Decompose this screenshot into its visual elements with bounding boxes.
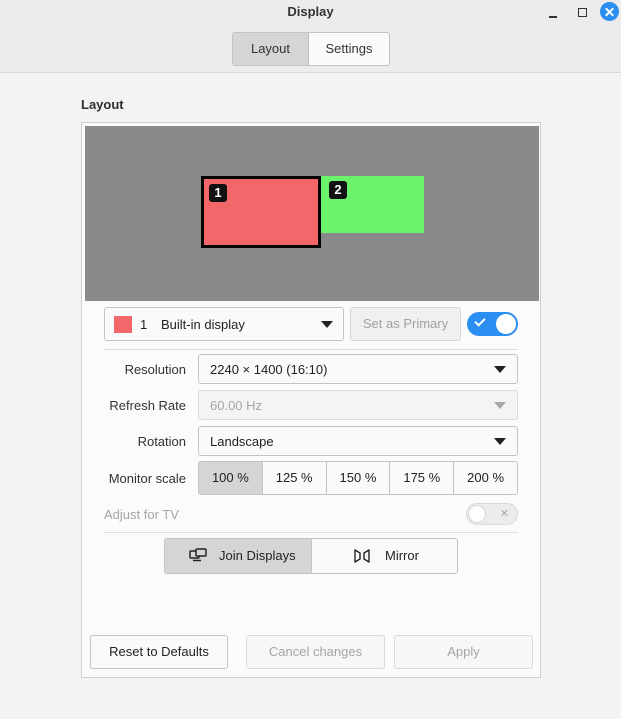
join-displays-button[interactable]: Join Displays <box>165 539 312 573</box>
rotation-label: Rotation <box>137 434 186 449</box>
toggle-knob <box>468 505 486 523</box>
monitor-select-dropdown[interactable]: 1 Built-in display <box>104 307 344 341</box>
chevron-down-icon <box>494 438 506 445</box>
join-displays-label: Join Displays <box>219 548 296 563</box>
monitor-scale-group: 100 % 125 % 150 % 175 % 200 % <box>198 461 518 495</box>
toggle-knob <box>496 314 516 334</box>
tab-settings[interactable]: Settings <box>309 33 389 65</box>
monitor-scale-label: Monitor scale <box>108 471 186 486</box>
maximize-icon[interactable] <box>574 3 592 21</box>
monitor-select-number: 1 <box>140 317 148 332</box>
chevron-down-icon <box>494 366 506 373</box>
reset-to-defaults-button[interactable]: Reset to Defaults <box>90 635 228 669</box>
monitor-2-number: 2 <box>329 181 347 199</box>
minimize-icon[interactable] <box>545 3 563 21</box>
x-icon: ✕ <box>499 508 509 520</box>
adjust-for-tv-toggle[interactable]: ✕ <box>466 503 518 525</box>
title-bar: Display Layout Settings <box>0 0 621 73</box>
mirror-label: Mirror <box>385 548 419 563</box>
scale-125-button[interactable]: 125 % <box>263 462 327 494</box>
tab-switcher: Layout Settings <box>232 32 390 66</box>
set-as-primary-button[interactable]: Set as Primary <box>350 307 461 341</box>
section-title: Layout <box>81 97 124 112</box>
scale-150-button[interactable]: 150 % <box>327 462 391 494</box>
monitor-enabled-toggle[interactable] <box>467 312 518 336</box>
scale-200-button[interactable]: 200 % <box>454 462 517 494</box>
monitor-arrangement-preview: 1 2 <box>85 126 539 301</box>
mirror-button[interactable]: Mirror <box>312 539 457 573</box>
monitor-2-tile[interactable]: 2 <box>321 176 424 233</box>
monitor-1-number: 1 <box>209 184 227 202</box>
chevron-down-icon <box>494 402 506 409</box>
resolution-value: 2240 × 1400 (16:10) <box>210 362 328 377</box>
join-displays-icon <box>189 548 207 562</box>
apply-button[interactable]: Apply <box>394 635 533 669</box>
divider <box>104 349 518 350</box>
resolution-dropdown[interactable]: 2240 × 1400 (16:10) <box>198 354 518 384</box>
refresh-rate-value: 60.00 Hz <box>210 398 263 413</box>
monitor-color-swatch <box>114 316 132 333</box>
mirror-icon <box>354 549 370 563</box>
display-mode-group: Join Displays Mirror <box>164 538 458 574</box>
scale-100-button[interactable]: 100 % <box>199 462 263 494</box>
layout-panel: 1 2 1 Built-in display Set as Primary Re… <box>81 122 541 678</box>
tab-layout[interactable]: Layout <box>233 33 309 65</box>
monitor-1-tile[interactable]: 1 <box>201 176 321 248</box>
cancel-changes-button[interactable]: Cancel changes <box>246 635 385 669</box>
adjust-for-tv-label: Adjust for TV <box>104 507 179 522</box>
chevron-down-icon <box>321 321 333 328</box>
scale-175-button[interactable]: 175 % <box>390 462 455 494</box>
close-icon[interactable] <box>600 2 619 21</box>
divider <box>104 532 518 533</box>
monitor-select-name: Built-in display <box>161 317 245 332</box>
check-icon <box>474 315 486 327</box>
rotation-dropdown[interactable]: Landscape <box>198 426 518 456</box>
refresh-rate-label: Refresh Rate <box>109 398 186 413</box>
window-title: Display <box>287 4 334 19</box>
refresh-rate-dropdown[interactable]: 60.00 Hz <box>198 390 518 420</box>
rotation-value: Landscape <box>210 434 274 449</box>
resolution-label: Resolution <box>124 362 186 377</box>
